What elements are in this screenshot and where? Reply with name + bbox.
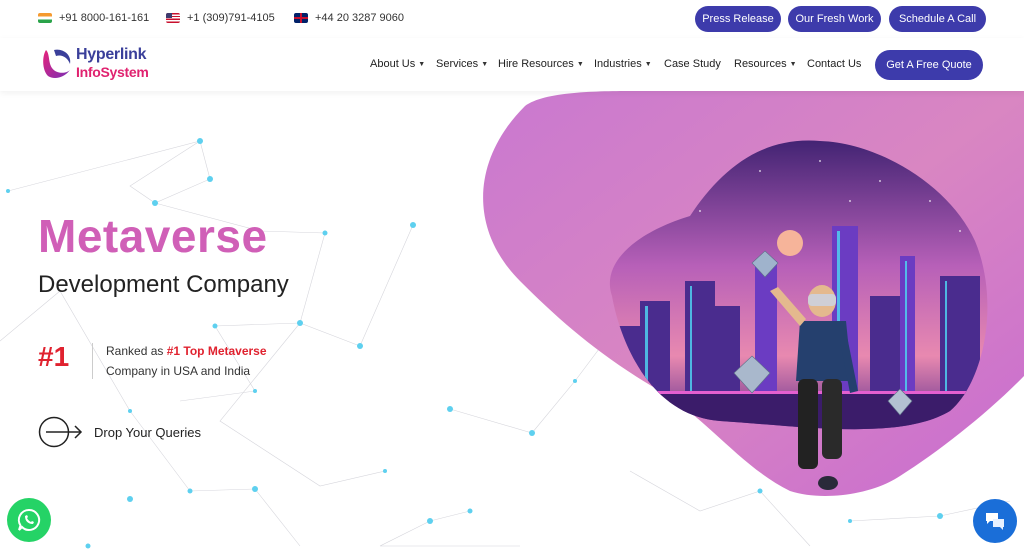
rank-number: #1 xyxy=(38,341,70,372)
usa-flag-icon xyxy=(166,13,180,23)
caret-down-icon: ▼ xyxy=(644,60,652,68)
rank-divider xyxy=(92,343,93,379)
caret-down-icon: ▼ xyxy=(789,60,797,68)
nav-label: Case Study xyxy=(664,58,721,70)
caret-down-icon: ▼ xyxy=(481,60,489,68)
press-release-button[interactable]: Press Release xyxy=(695,6,781,32)
phone-uk[interactable]: +44 20 3287 9060 xyxy=(294,12,404,24)
hero-subtitle: Development Company xyxy=(38,271,289,298)
nav-label: About Us xyxy=(370,58,416,70)
phone-usa[interactable]: +1 (309)791-4105 xyxy=(166,12,275,24)
schedule-a-call-button[interactable]: Schedule A Call xyxy=(889,6,986,32)
arrow-circle-icon xyxy=(38,416,83,448)
rank-highlight: #1 Top Metaverse xyxy=(166,344,267,358)
hero-section: Metaverse Development Company #1 Ranked … xyxy=(0,91,1024,549)
rank-line2: Company in USA and India xyxy=(106,364,251,378)
phone-number: +1 (309)791-4105 xyxy=(187,12,275,24)
drop-queries-link[interactable]: Drop Your Queries xyxy=(38,416,201,448)
chat-icon xyxy=(986,513,1004,530)
logo-text-line1: Hyperlink xyxy=(76,46,147,63)
nav-case-study[interactable]: Case Study xyxy=(664,58,721,70)
logo-text-line2: InfoSystem xyxy=(76,64,149,80)
top-contact-bar: +91 8000-161-161 +1 (309)791-4105 +44 20… xyxy=(0,0,1024,38)
nav-industries[interactable]: Industries ▼ xyxy=(594,58,652,70)
nav-label: Services xyxy=(436,58,479,70)
hero-background-graphic xyxy=(0,91,1024,549)
nav-label: Resources xyxy=(734,58,787,70)
whatsapp-button[interactable] xyxy=(7,498,51,542)
our-fresh-work-button[interactable]: Our Fresh Work xyxy=(788,6,881,32)
nav-label: Hire Resources xyxy=(498,58,574,70)
logo[interactable]: Hyperlink InfoSystem xyxy=(40,44,165,84)
caret-down-icon: ▼ xyxy=(418,60,426,68)
main-navigation: Hyperlink InfoSystem About Us ▼ Services ▼… xyxy=(0,38,1024,91)
phone-number: +91 8000-161-161 xyxy=(59,12,150,24)
nav-label: Industries xyxy=(594,58,642,70)
logo-mark-icon xyxy=(43,49,71,78)
rank-description: Ranked as #1 Top Metaverse Company in US… xyxy=(106,341,267,381)
nav-services[interactable]: Services ▼ xyxy=(436,58,488,70)
drop-queries-label: Drop Your Queries xyxy=(94,424,201,440)
hero-title: Metaverse xyxy=(38,210,268,262)
live-chat-button[interactable] xyxy=(973,499,1017,543)
nav-contact-us[interactable]: Contact Us xyxy=(807,58,861,70)
rank-line1: Ranked as #1 Top Metaverse xyxy=(106,341,267,361)
rank-prefix: Ranked as xyxy=(106,344,167,358)
india-flag-icon xyxy=(38,13,52,23)
nav-hire-resources[interactable]: Hire Resources ▼ xyxy=(498,58,584,70)
nav-resources[interactable]: Resources ▼ xyxy=(734,58,797,70)
nav-label: Contact Us xyxy=(807,58,862,70)
nav-about-us[interactable]: About Us ▼ xyxy=(370,58,425,70)
get-free-quote-button[interactable]: Get A Free Quote xyxy=(875,50,983,80)
uk-flag-icon xyxy=(294,13,308,23)
phone-number: +44 20 3287 9060 xyxy=(315,12,405,24)
whatsapp-icon xyxy=(17,508,41,531)
caret-down-icon: ▼ xyxy=(576,60,584,68)
phone-india[interactable]: +91 8000-161-161 xyxy=(38,12,149,24)
